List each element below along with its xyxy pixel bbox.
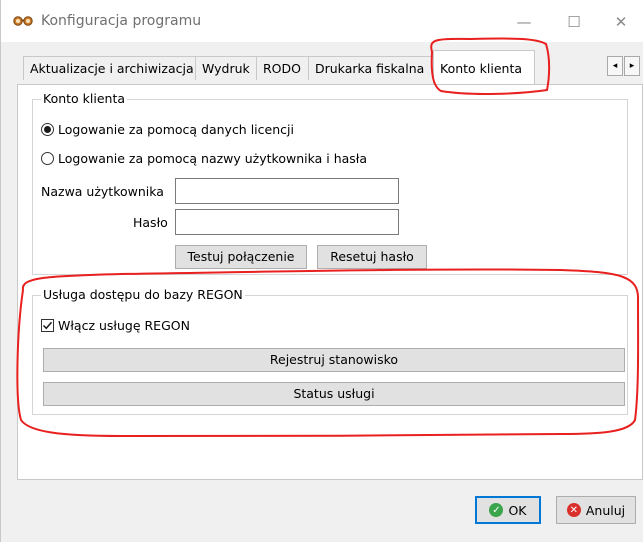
register-workstation-button[interactable]: Rejestruj stanowisko — [43, 348, 625, 372]
tab-label: Wydruk — [202, 61, 250, 76]
regon-group: Usługa dostępu do bazy REGON Włącz usług… — [32, 287, 628, 415]
radio-button-selected-icon[interactable] — [41, 123, 54, 136]
close-icon: ✕ — [614, 13, 628, 31]
tab-label: Konto klienta — [440, 61, 523, 76]
cancel-x-icon: ✕ — [566, 503, 581, 517]
chevron-right-icon: ▸ — [629, 61, 635, 71]
cancel-label: Anuluj — [585, 502, 626, 518]
radio-login-license[interactable]: Logowanie za pomocą danych licencji — [41, 122, 294, 137]
tab-konto-klienta[interactable]: Konto klienta — [433, 50, 535, 84]
minimize-button[interactable]: — — [504, 8, 544, 36]
radio-login-username[interactable]: Logowanie za pomocą nazwy użytkownika i … — [41, 151, 367, 166]
tab-aktualizacje[interactable]: Aktualizacje i archiwizacja — [23, 56, 196, 80]
dialog-window: Konfiguracja programu — ☐ ✕ Aktualizacje… — [0, 0, 643, 542]
password-label: Hasło — [133, 215, 168, 230]
cancel-button[interactable]: ✕ Anuluj — [556, 496, 636, 524]
radio-button-icon[interactable] — [41, 152, 54, 165]
maximize-icon: ☐ — [567, 13, 581, 31]
tab-scroll-left-button[interactable]: ◂ — [607, 56, 623, 76]
group-legend: Konto klienta — [41, 91, 128, 106]
tab-scroll-right-button[interactable]: ▸ — [624, 56, 640, 76]
title-bar: Konfiguracja programu — ☐ ✕ — [1, 0, 643, 42]
konto-klienta-group: Konto klienta Logowanie za pomocą danych… — [32, 91, 628, 275]
username-field[interactable] — [175, 178, 399, 204]
glasses-icon — [13, 16, 33, 26]
tab-strip: Aktualizacje i archiwizacja Wydruk RODO … — [1, 42, 643, 84]
checkbox-checked-icon[interactable] — [41, 319, 54, 332]
close-button[interactable]: ✕ — [601, 8, 641, 36]
window-title: Konfiguracja programu — [41, 13, 202, 29]
password-field[interactable] — [175, 209, 399, 235]
maximize-button[interactable]: ☐ — [554, 8, 594, 36]
radio-label: Logowanie za pomocą nazwy użytkownika i … — [58, 151, 368, 166]
tab-label: Drukarka fiskalna — [315, 61, 425, 76]
tab-label: Aktualizacje i archiwizacja — [30, 61, 194, 76]
checkbox-label: Włącz usługę REGON — [58, 318, 190, 333]
chevron-left-icon: ◂ — [612, 61, 618, 71]
ok-check-icon: ✓ — [489, 503, 504, 517]
reset-password-button[interactable]: Resetuj hasło — [317, 245, 427, 269]
tab-rodo[interactable]: RODO — [256, 56, 309, 80]
username-label: Nazwa użytkownika — [41, 184, 164, 199]
service-status-button[interactable]: Status usługi — [43, 382, 625, 406]
radio-label: Logowanie za pomocą danych licencji — [58, 122, 294, 137]
tab-label: RODO — [263, 61, 301, 76]
ok-label: OK — [508, 502, 527, 518]
tab-wydruk[interactable]: Wydruk — [195, 56, 257, 80]
minimize-icon: — — [516, 13, 532, 31]
tab-panel-konto-klienta: Konto klienta Logowanie za pomocą danych… — [17, 84, 643, 480]
ok-button[interactable]: ✓ OK — [475, 496, 541, 524]
enable-regon-checkbox[interactable]: Włącz usługę REGON — [41, 318, 190, 333]
test-connection-button[interactable]: Testuj połączenie — [175, 245, 307, 269]
group-legend: Usługa dostępu do bazy REGON — [41, 287, 245, 302]
tab-drukarka-fiskalna[interactable]: Drukarka fiskalna — [308, 56, 434, 80]
